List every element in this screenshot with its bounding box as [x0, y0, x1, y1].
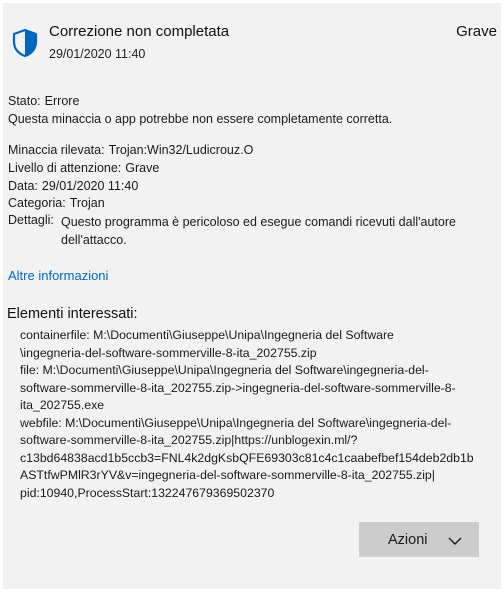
actions-button-label: Azioni [388, 531, 428, 548]
more-info-link[interactable]: Altre informazioni [8, 268, 108, 283]
status-message: Questa minaccia o app potrebbe non esser… [8, 112, 393, 126]
severity-label: Grave [456, 23, 497, 40]
affected-item-webfile: webfile: M:\Documenti\Giuseppe\Unipa\Ing… [20, 415, 474, 500]
threat-detected-value: Trojan:Win32/Ludicrouz.O [108, 143, 254, 157]
affected-item-containerfile: containerfile: M:\Documenti\Giuseppe\Uni… [20, 328, 394, 360]
status-line: Stato: Errore [8, 94, 79, 108]
threat-title: Correzione non completata [49, 23, 230, 40]
date-label: Data: [8, 179, 38, 193]
date-line: Data: 29/01/2020 11:40 [8, 179, 138, 193]
category-value: Trojan [69, 196, 105, 210]
affected-item-file: file: M:\Documenti\Giuseppe\Unipa\Ingegn… [20, 363, 456, 412]
shield-icon [11, 28, 39, 58]
category-line: Categoria: Trojan [8, 196, 105, 210]
date-value: 29/01/2020 11:40 [41, 179, 139, 193]
alert-level-label: Livello di attenzione: [8, 161, 122, 175]
status-label: Stato: [8, 94, 41, 108]
threat-datetime: 29/01/2020 11:40 [49, 47, 146, 61]
threat-history-card: Correzione non completata 29/01/2020 11:… [3, 3, 501, 589]
affected-items-list: containerfile: M:\Documenti\Giuseppe\Uni… [20, 327, 495, 502]
threat-detected-label: Minaccia rilevata: [8, 143, 105, 157]
affected-items-heading: Elementi interessati: [7, 306, 138, 322]
actions-button[interactable]: Azioni [359, 522, 479, 557]
alert-level-value: Grave [125, 161, 160, 175]
details-label: Dettagli: [8, 213, 54, 227]
details-value: Questo programma è pericoloso ed esegue … [61, 215, 456, 247]
category-label: Categoria: [8, 196, 66, 210]
chevron-down-icon [448, 534, 462, 545]
status-value: Errore [44, 94, 80, 108]
threat-detected-line: Minaccia rilevata: Trojan:Win32/Ludicrouz… [8, 143, 253, 157]
alert-level-line: Livello di attenzione: Grave [8, 161, 159, 175]
